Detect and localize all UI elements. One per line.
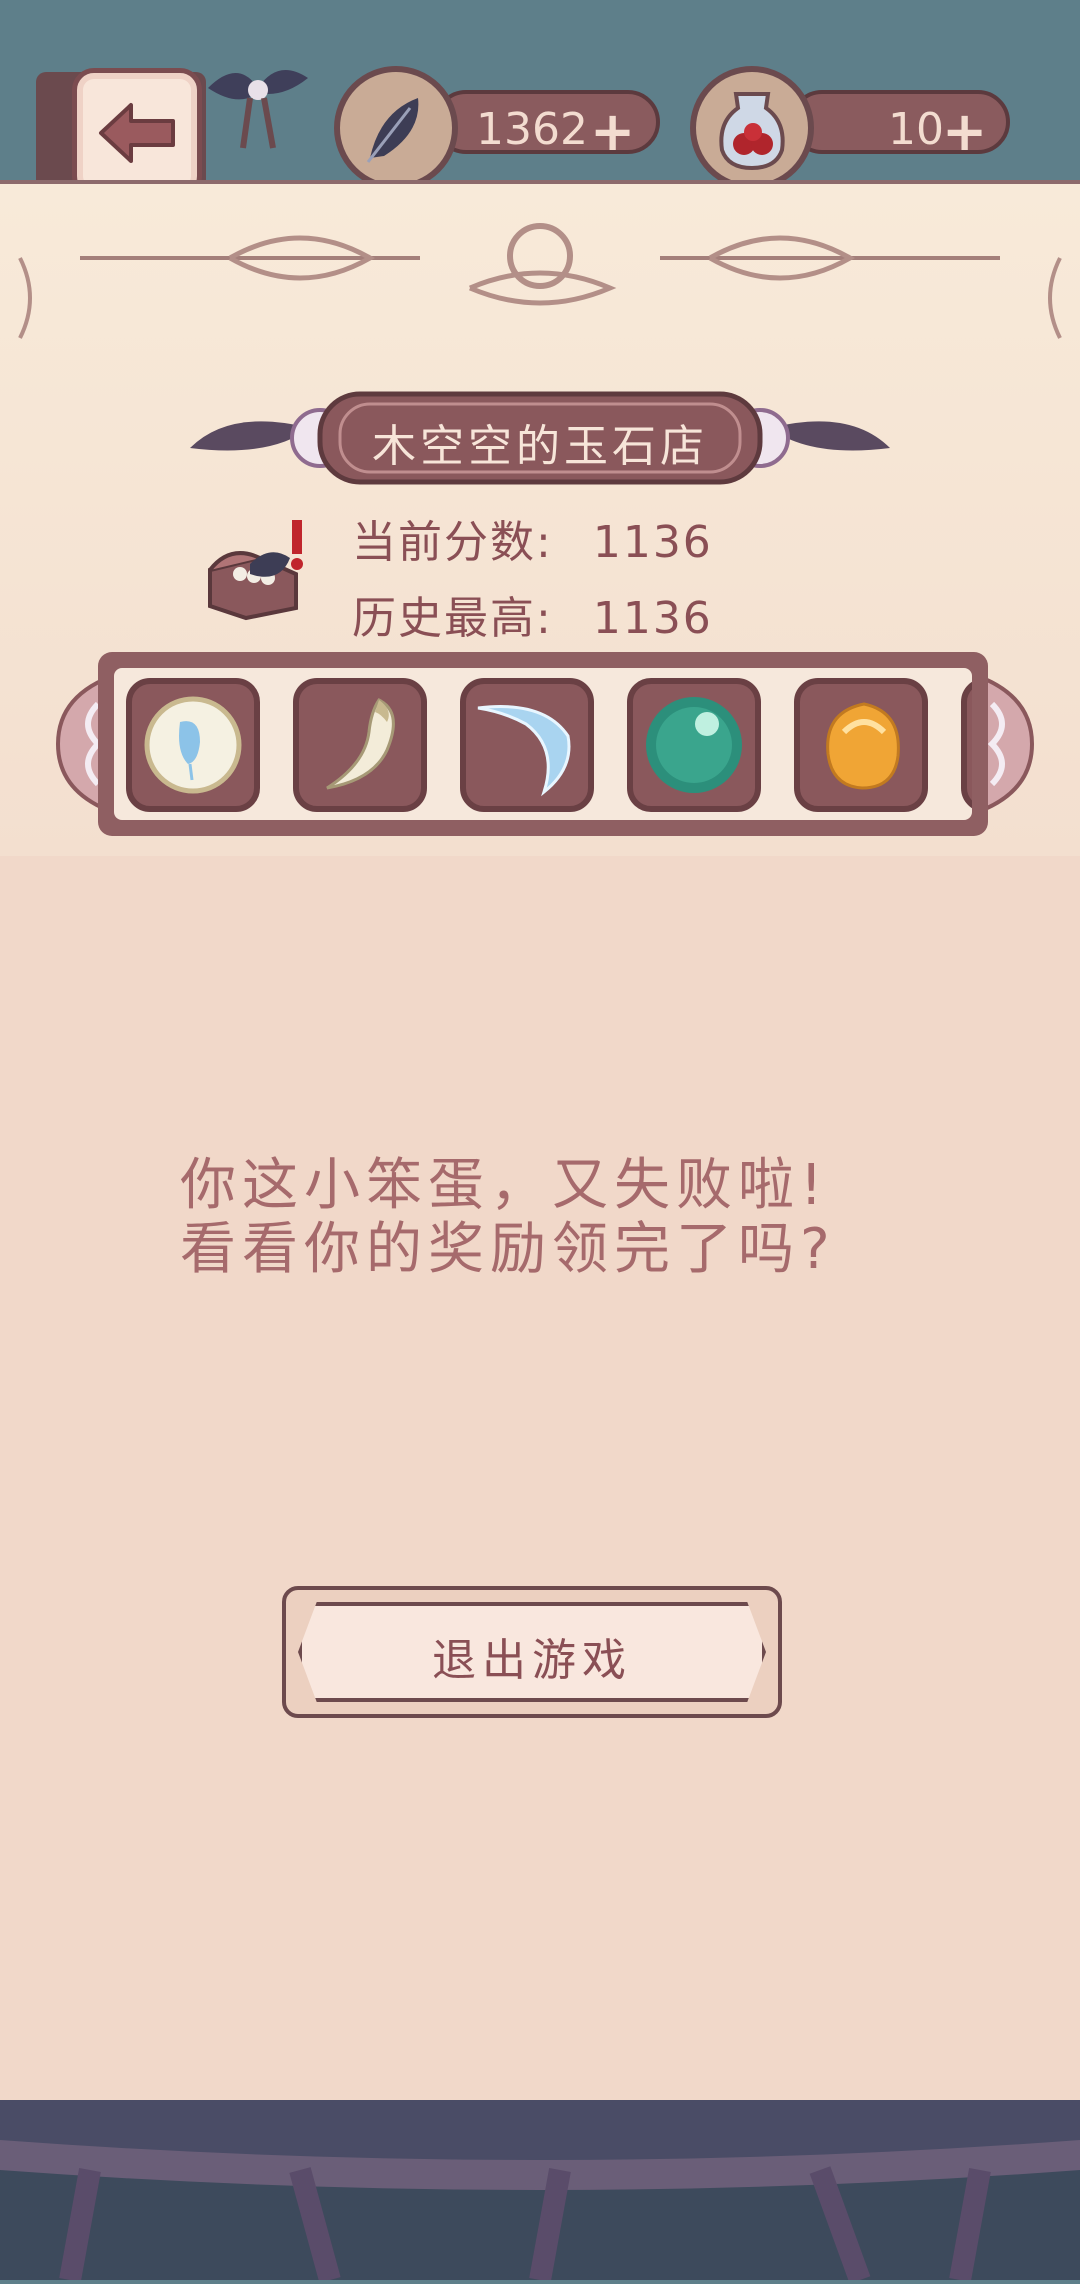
result-panel: 木空空的玉石店 当前分数: 1136 历史最高: 1136 你这小笨蛋，又失败啦… (0, 180, 1080, 2106)
potion-count: 10 (888, 104, 944, 155)
failure-message-line1: 你这小笨蛋，又失败啦! (180, 1153, 829, 1218)
feather-resource: 1362 + (334, 66, 664, 190)
amber-stone-icon (826, 702, 900, 790)
failure-message-line2: 看看你的奖励领完了吗? (180, 1217, 836, 1282)
shop-summary: 木空空的玉石店 当前分数: 1136 历史最高: 1136 (0, 184, 1080, 856)
reward-item-slot[interactable] (794, 678, 928, 812)
message-area (0, 856, 1080, 2106)
feather-icon (366, 98, 419, 163)
jar-icon (719, 92, 785, 171)
back-button[interactable] (72, 68, 202, 198)
exit-game-button[interactable]: 退出游戏 (282, 1586, 782, 1718)
feather-count: 1362 (476, 104, 588, 155)
ice-shard-icon (477, 705, 571, 797)
ribbon-decoration-icon (208, 70, 308, 149)
add-potions-button[interactable]: + (942, 100, 987, 163)
best-score-label: 历史最高: (352, 593, 553, 644)
top-bar: 1362 + 10 + (0, 0, 1080, 198)
reward-item-slot[interactable] (460, 678, 594, 812)
background-scene (0, 2100, 1080, 2284)
reward-item-slot[interactable] (126, 678, 260, 812)
filigree-ornament-icon (18, 223, 1062, 339)
reward-item-slot-partial[interactable] (961, 678, 972, 812)
add-feathers-button[interactable]: + (590, 100, 635, 163)
shop-title: 木空空的玉石店 (372, 421, 708, 472)
exit-game-label: 退出游戏 (432, 1635, 632, 1686)
reward-item-strip (98, 652, 988, 836)
jar-icon-badge (690, 66, 814, 190)
reward-item-slot[interactable] (627, 678, 761, 812)
back-arrow-icon (99, 103, 175, 163)
blue-stone-plate-icon (144, 696, 242, 794)
current-score-label: 当前分数: (352, 517, 553, 568)
reward-item-slot[interactable] (293, 678, 427, 812)
feather-icon-badge (334, 66, 458, 190)
best-score-row: 历史最高: 1136 (352, 582, 713, 646)
failure-message: 你这小笨蛋，又失败啦! 看看你的奖励领完了吗? (180, 1154, 900, 1282)
jewelry-chest-icon (208, 520, 303, 621)
potion-resource: 10 + (690, 66, 1020, 190)
current-score-value: 1136 (592, 517, 713, 568)
cave-roots-icon (0, 2100, 1080, 2284)
potion-counter: 10 + (790, 90, 1010, 163)
best-score-value: 1136 (592, 593, 713, 644)
reward-item-list[interactable] (114, 668, 972, 820)
feather-counter: 1362 + (434, 90, 660, 163)
fang-icon (326, 698, 395, 790)
current-score-row: 当前分数: 1136 (352, 506, 713, 570)
jade-orb-icon (646, 697, 742, 793)
